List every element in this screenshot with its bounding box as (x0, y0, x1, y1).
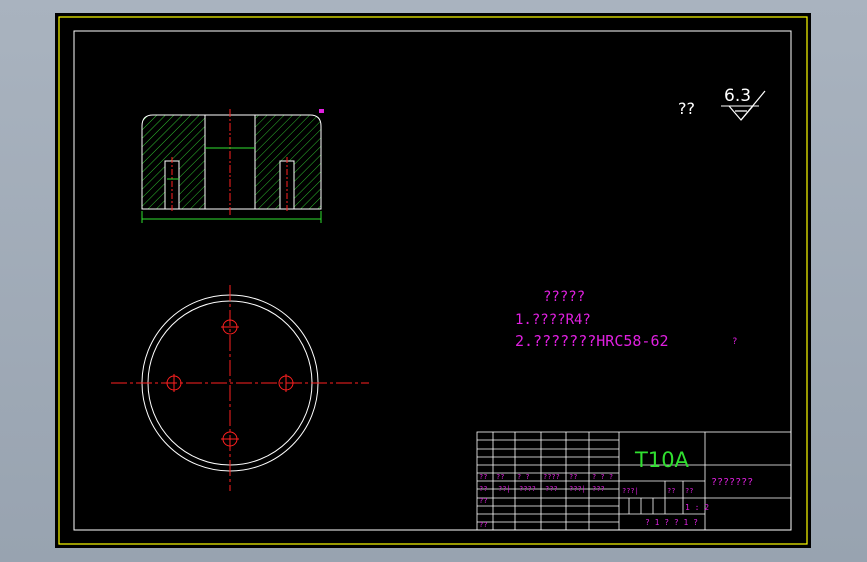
grid-label: ? ? (517, 473, 530, 481)
section-view (141, 109, 324, 223)
surface-finish-symbol: ?? 6.3 (678, 86, 766, 121)
surface-finish-value: 6.3 (724, 86, 751, 106)
requirement-2: 2.???????HRC58-62 (515, 332, 669, 350)
plan-view (111, 285, 369, 491)
requirement-trailing-mark: ? (732, 337, 737, 347)
grid-label: ???| (569, 485, 586, 493)
grid-label: ?? (479, 485, 487, 493)
sheet-label: ? 1 ? ? 1 ? (645, 518, 698, 527)
drawing-name: ??????? (711, 477, 753, 488)
grid-label: ???? (519, 485, 536, 493)
requirements-title: ????? (543, 289, 585, 305)
grid-label: ? ? ? (592, 473, 613, 481)
technical-requirements: ????? 1.????R4? 2.???????HRC58-62 ? (515, 289, 737, 350)
material-label: T10A (634, 448, 690, 472)
grid-label: ??| (498, 485, 511, 493)
mid-label: ???| (622, 487, 639, 495)
grid-label: ?? (479, 473, 487, 481)
mid-label: ?? (667, 487, 675, 495)
surface-finish-label: ?? (678, 99, 695, 118)
drawing-sheet: ?? 6.3 ????? 1.????R4? 2.???????HRC58-62… (55, 13, 811, 548)
grid-label: ?? (479, 521, 487, 529)
cad-drawing: ?? 6.3 ????? 1.????R4? 2.???????HRC58-62… (58, 16, 808, 545)
grid-label: ?? (569, 473, 577, 481)
grid-label: ?? (496, 473, 504, 481)
grid-label: ??? (592, 485, 605, 493)
grid-label: ???? (543, 473, 560, 481)
scale-label: 1 : 2 (685, 503, 709, 512)
grid-label: ??? (545, 485, 558, 493)
grid-label: ?? (479, 497, 487, 505)
mid-label: ?? (685, 487, 693, 495)
requirement-1: 1.????R4? (515, 312, 591, 328)
title-block-text: T10A ??????? ?? ?? ? ? ???? ?? ? ? ? ?? … (479, 448, 753, 529)
